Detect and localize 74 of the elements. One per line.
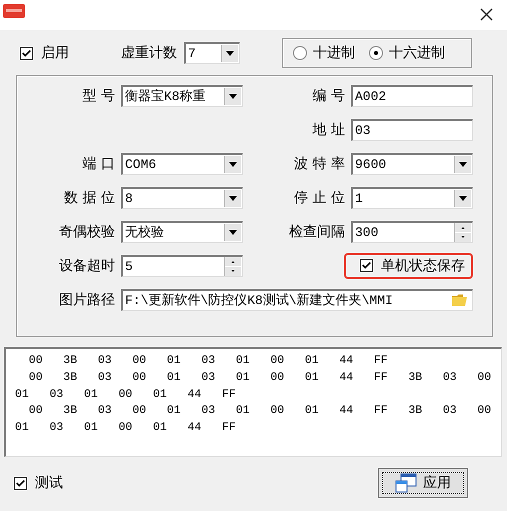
dropdown-field[interactable]: 无校验 xyxy=(121,220,243,242)
radio-button[interactable] xyxy=(369,46,383,60)
app-icon xyxy=(3,4,25,18)
checkbox-label: 单机状态保存 xyxy=(381,256,465,274)
dropdown-field[interactable]: 7 xyxy=(184,42,240,64)
radio-label: 十进制 xyxy=(313,44,355,62)
dropdown-button[interactable] xyxy=(224,88,241,104)
field-label: 检查间隔 xyxy=(288,222,346,240)
caret-icon xyxy=(229,230,237,234)
field-label: 端 口 xyxy=(82,154,116,172)
caret-icon xyxy=(229,94,237,98)
dropdown-button[interactable] xyxy=(454,190,471,206)
spin-up-icon[interactable] xyxy=(455,222,471,232)
spin-up-icon[interactable] xyxy=(225,256,241,266)
field-value: 1 xyxy=(355,190,364,206)
apply-button[interactable]: 应用 xyxy=(378,468,468,498)
caret-icon xyxy=(459,162,467,166)
field-label: 奇偶校验 xyxy=(58,222,116,240)
field-label: 停 止 位 xyxy=(293,188,346,206)
field-label: 图片路径 xyxy=(58,290,116,308)
dropdown-button[interactable] xyxy=(224,156,241,172)
log-line: 01 03 01 00 01 44 FF xyxy=(15,420,237,436)
field-label: 地 址 xyxy=(312,120,346,138)
spin-down-icon[interactable] xyxy=(455,232,471,242)
checkbox[interactable] xyxy=(20,46,33,60)
dropdown-button[interactable] xyxy=(224,224,241,240)
path-field[interactable]: F:\更新软件\防控仪K8测试\新建文件夹\MMI xyxy=(121,288,473,310)
log-line: 00 3B 03 00 01 03 01 00 01 44 FF xyxy=(28,353,389,369)
spin-field[interactable]: 5 xyxy=(121,254,243,276)
field-label: 虚重计数 xyxy=(121,44,177,62)
dropdown-button[interactable] xyxy=(224,190,241,206)
checkbox[interactable] xyxy=(14,476,27,490)
field-value: 8 xyxy=(125,190,134,206)
field-value: 9600 xyxy=(355,156,388,172)
field-label: 数 据 位 xyxy=(63,188,116,206)
input-field[interactable]: A002 xyxy=(351,84,473,106)
log-line: 01 03 01 00 01 44 FF xyxy=(15,386,237,403)
spin-field[interactable]: 300 xyxy=(351,220,473,242)
radio-button[interactable] xyxy=(293,46,307,60)
field-value: 7 xyxy=(188,46,197,61)
dropdown-field[interactable]: COM6 xyxy=(121,152,243,174)
field-value: 300 xyxy=(355,224,380,240)
field-value: A002 xyxy=(355,88,388,104)
checkbox[interactable] xyxy=(360,259,373,272)
dropdown-field[interactable]: 1 xyxy=(351,186,473,208)
log-line: 00 3B 03 00 01 03 01 00 01 44 FF 3B 03 00 xyxy=(28,370,492,386)
input-field[interactable]: 03 xyxy=(351,118,473,140)
dropdown-button[interactable] xyxy=(454,156,471,172)
field-label: 编 号 xyxy=(312,86,346,104)
dropdown-field[interactable]: 8 xyxy=(121,186,243,208)
spin-down-icon[interactable] xyxy=(225,266,241,276)
field-value: F:\更新软件\防控仪K8测试\新建文件夹\MMI xyxy=(125,292,394,309)
checkbox-label: 测试 xyxy=(35,474,63,492)
field-label: 波 特 率 xyxy=(293,154,346,172)
dropdown-field[interactable]: 9600 xyxy=(351,152,473,174)
log-box[interactable]: 00 3B 03 00 01 03 01 00 01 44 FF 00 3B 03 00 01 03 01 00 01 44 FF 3B 03 00 01 03 01 00 01 44 FF 00 3B 03 00 01 03 01 00 01 44 FF 3B 03 00 01 03 01 00 01 44 FF xyxy=(4,347,502,457)
field-value: 衡器宝K8称重 xyxy=(125,88,207,105)
caret-icon xyxy=(229,196,237,200)
caret-icon xyxy=(226,51,234,56)
checkbox-label: 启用 xyxy=(41,44,69,62)
dropdown-field[interactable]: 衡器宝K8称重 xyxy=(121,84,243,106)
dropdown-button[interactable] xyxy=(221,45,238,62)
caret-icon xyxy=(229,162,237,166)
field-value: 5 xyxy=(125,258,134,274)
caret-icon xyxy=(459,196,467,200)
log-line: 00 3B 03 00 01 03 01 00 01 44 FF 3B 03 00 xyxy=(28,403,492,420)
field-label: 设备超时 xyxy=(58,256,116,274)
radio-label: 十六进制 xyxy=(389,44,445,62)
field-value: COM6 xyxy=(125,156,158,172)
field-value: 03 xyxy=(355,122,372,138)
field-value: 无校验 xyxy=(125,224,165,241)
windows-icon xyxy=(395,473,417,493)
close-icon[interactable] xyxy=(480,8,493,21)
field-label: 型 号 xyxy=(82,86,116,104)
